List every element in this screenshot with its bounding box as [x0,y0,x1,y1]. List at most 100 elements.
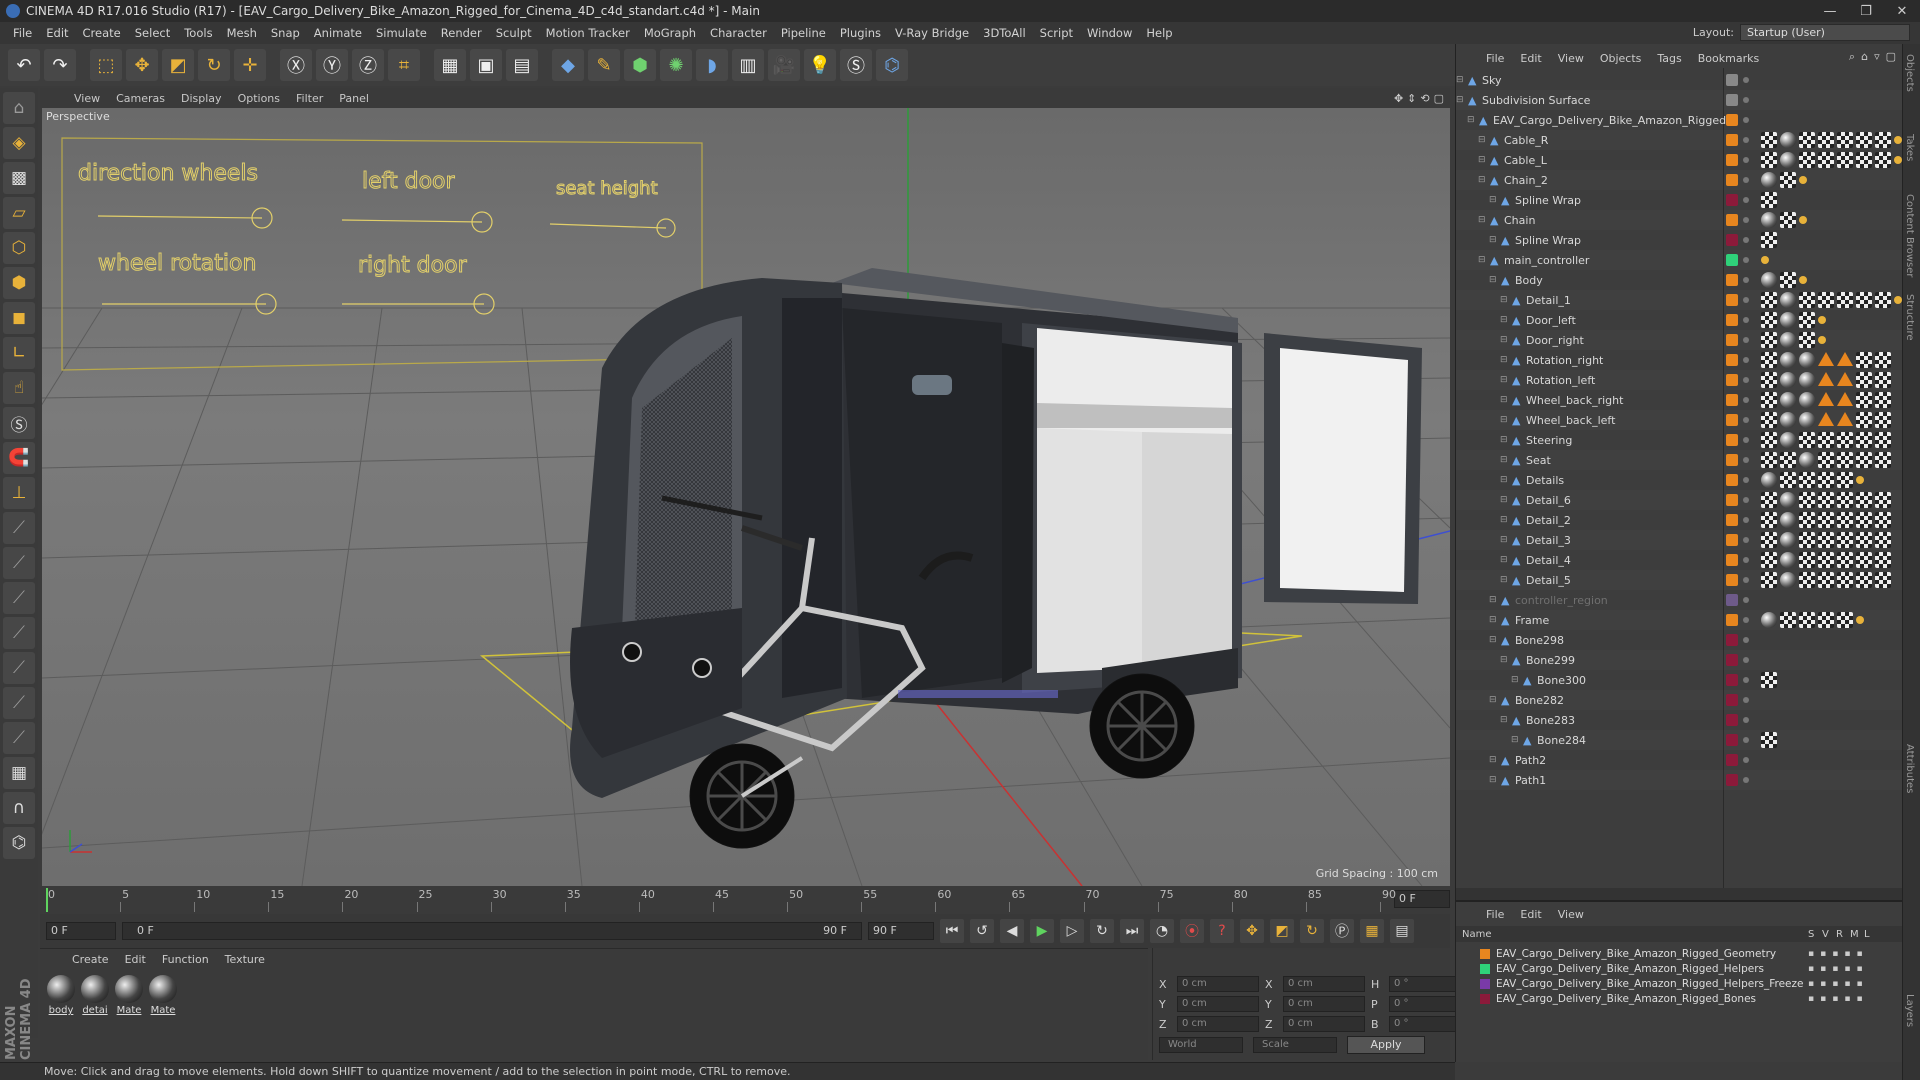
floor-scene-icon[interactable]: ▥ [732,49,764,81]
expand-toggle-icon[interactable]: ⊟ [1500,515,1508,525]
material-tag-icon[interactable] [1818,152,1834,168]
object-name[interactable]: Details [1526,474,1564,487]
material-tag-icon[interactable] [1837,552,1853,568]
camera-icon[interactable]: 🎥 [768,49,800,81]
expand-toggle-icon[interactable]: ⊟ [1511,735,1519,745]
expand-toggle-icon[interactable]: ⊟ [1500,475,1508,485]
material-tag-icon[interactable] [1799,392,1815,408]
material-tag-icon[interactable] [1761,472,1777,488]
object-row[interactable]: ⊟ ▲ Seat [1456,450,1903,470]
position-key-icon[interactable]: ✥ [1240,919,1264,943]
render-toggle-icon[interactable]: ▪ [1832,979,1838,989]
object-name[interactable]: Steering [1526,434,1572,447]
material-tag-icon[interactable] [1818,352,1834,366]
python-icon[interactable]: ⌬ [876,49,908,81]
visibility-dot-icon[interactable] [1743,97,1749,103]
visibility-dot-icon[interactable] [1743,137,1749,143]
solo-toggle-icon[interactable]: ▪ [1808,964,1814,974]
material-tag-icon[interactable] [1761,332,1777,348]
layer-color-swatch[interactable] [1726,374,1738,386]
object-row[interactable]: ⊟ ▲ Spline Wrap [1456,230,1903,250]
layer-color-swatch[interactable] [1726,74,1738,86]
brush-tool-3-icon[interactable]: ⟋ [3,582,35,614]
play-icon[interactable]: ▶ [1030,919,1054,943]
visibility-dot-icon[interactable] [1743,257,1749,263]
material-tag-icon[interactable] [1780,432,1796,448]
material-tag-icon[interactable] [1780,412,1796,428]
material-tag-icon[interactable] [1837,352,1853,366]
object-horizontal-scrollbar[interactable] [1456,888,1903,900]
lock-toggle-icon[interactable]: ▪ [1856,994,1862,1004]
visibility-dot-icon[interactable] [1743,697,1749,703]
material-tag-icon[interactable] [1875,512,1891,528]
material-tag-icon[interactable] [1780,312,1796,328]
go-to-start-icon[interactable]: ⏮ [940,919,964,943]
size-field[interactable]: 0 cm [1283,1016,1365,1032]
y-axis-lock-icon[interactable]: Ⓨ [316,49,348,81]
layer-color-swatch[interactable] [1726,614,1738,626]
menu-render[interactable]: Render [434,26,489,40]
layer-color-swatch[interactable] [1726,434,1738,446]
object-name[interactable]: Rotation_right [1526,354,1603,367]
material-tag-icon[interactable] [1837,532,1853,548]
visibility-dot-icon[interactable] [1743,317,1749,323]
expand-toggle-icon[interactable]: ⊟ [1500,435,1508,445]
expand-toggle-icon[interactable]: ⊟ [1478,255,1486,265]
material-tag-icon[interactable] [1780,372,1796,388]
layer-color-swatch[interactable] [1726,354,1738,366]
scale-key-icon[interactable]: ◩ [1270,919,1294,943]
object-name[interactable]: Bone283 [1526,714,1575,727]
material-tag-icon[interactable] [1837,372,1853,386]
layer-color-swatch[interactable] [1726,594,1738,606]
apply-button[interactable]: Apply [1347,1036,1425,1054]
object-row[interactable]: ⊟ ▲ Sky [1456,70,1903,90]
layer-color-swatch[interactable] [1726,694,1738,706]
material-tag-icon[interactable] [1894,136,1902,144]
object-name[interactable]: Detail_5 [1526,574,1571,587]
material-tag-icon[interactable] [1761,132,1777,148]
menu-plugins[interactable]: Plugins [833,26,888,40]
expand-toggle-icon[interactable]: ⊟ [1489,275,1497,285]
object-name[interactable]: Detail_2 [1526,514,1571,527]
layer-row[interactable]: EAV_Cargo_Delivery_Bike_Amazon_Rigged_Ge… [1456,946,1903,961]
vray-icon[interactable]: Ⓢ [840,49,872,81]
material-tag-icon[interactable] [1761,452,1777,468]
manager-toggle-icon[interactable]: ▪ [1844,994,1850,1004]
material-tag-icon[interactable] [1894,296,1902,304]
material-tag-icon[interactable] [1837,432,1853,448]
expand-toggle-icon[interactable]: ⊟ [1500,355,1508,365]
new-window-icon[interactable]: ▢ [1886,50,1896,64]
layer-color-swatch[interactable] [1480,948,1490,959]
material-tag-icon[interactable] [1799,432,1815,448]
material-tag-icon[interactable] [1856,132,1872,148]
material-tag-icon[interactable] [1780,212,1796,228]
object-name[interactable]: Sky [1482,74,1501,87]
object-name[interactable]: Door_right [1526,334,1584,347]
menu-v-ray-bridge[interactable]: V-Ray Bridge [888,26,976,40]
expand-toggle-icon[interactable]: ⊟ [1478,135,1486,145]
material-menu-create[interactable]: Create [64,953,117,966]
expand-toggle-icon[interactable]: ⊟ [1500,495,1508,505]
render-settings-icon[interactable]: ▤ [506,49,538,81]
side-tab-objects[interactable]: Objects [1904,54,1915,92]
material-tag-icon[interactable] [1856,476,1864,484]
menu-mesh[interactable]: Mesh [220,26,264,40]
material-tag-icon[interactable] [1761,352,1777,368]
texture-mode-icon[interactable]: ▩ [3,162,35,194]
object-row[interactable]: ⊟ ▲ Bone284 [1456,730,1903,750]
material-tag-icon[interactable] [1837,572,1853,588]
expand-toggle-icon[interactable]: ⊟ [1500,715,1508,725]
grid-lock-icon[interactable]: ▦ [3,757,35,789]
parameter-key-icon[interactable]: Ⓟ [1330,919,1354,943]
material-tag-icon[interactable] [1856,616,1864,624]
layer-color-swatch[interactable] [1726,274,1738,286]
material-tag-icon[interactable] [1780,552,1796,568]
object-row[interactable]: ⊟ ▲ Bone298 [1456,630,1903,650]
layer-name[interactable]: EAV_Cargo_Delivery_Bike_Amazon_Rigged_He… [1496,963,1764,975]
material-tag-icon[interactable] [1761,312,1777,328]
material-tag-icon[interactable] [1818,316,1826,324]
object-row[interactable]: ⊟ ▲ Detail_3 [1456,530,1903,550]
material-tag-icon[interactable] [1856,512,1872,528]
maximize-button[interactable]: ❐ [1848,0,1884,22]
object-name[interactable]: Frame [1515,614,1549,627]
